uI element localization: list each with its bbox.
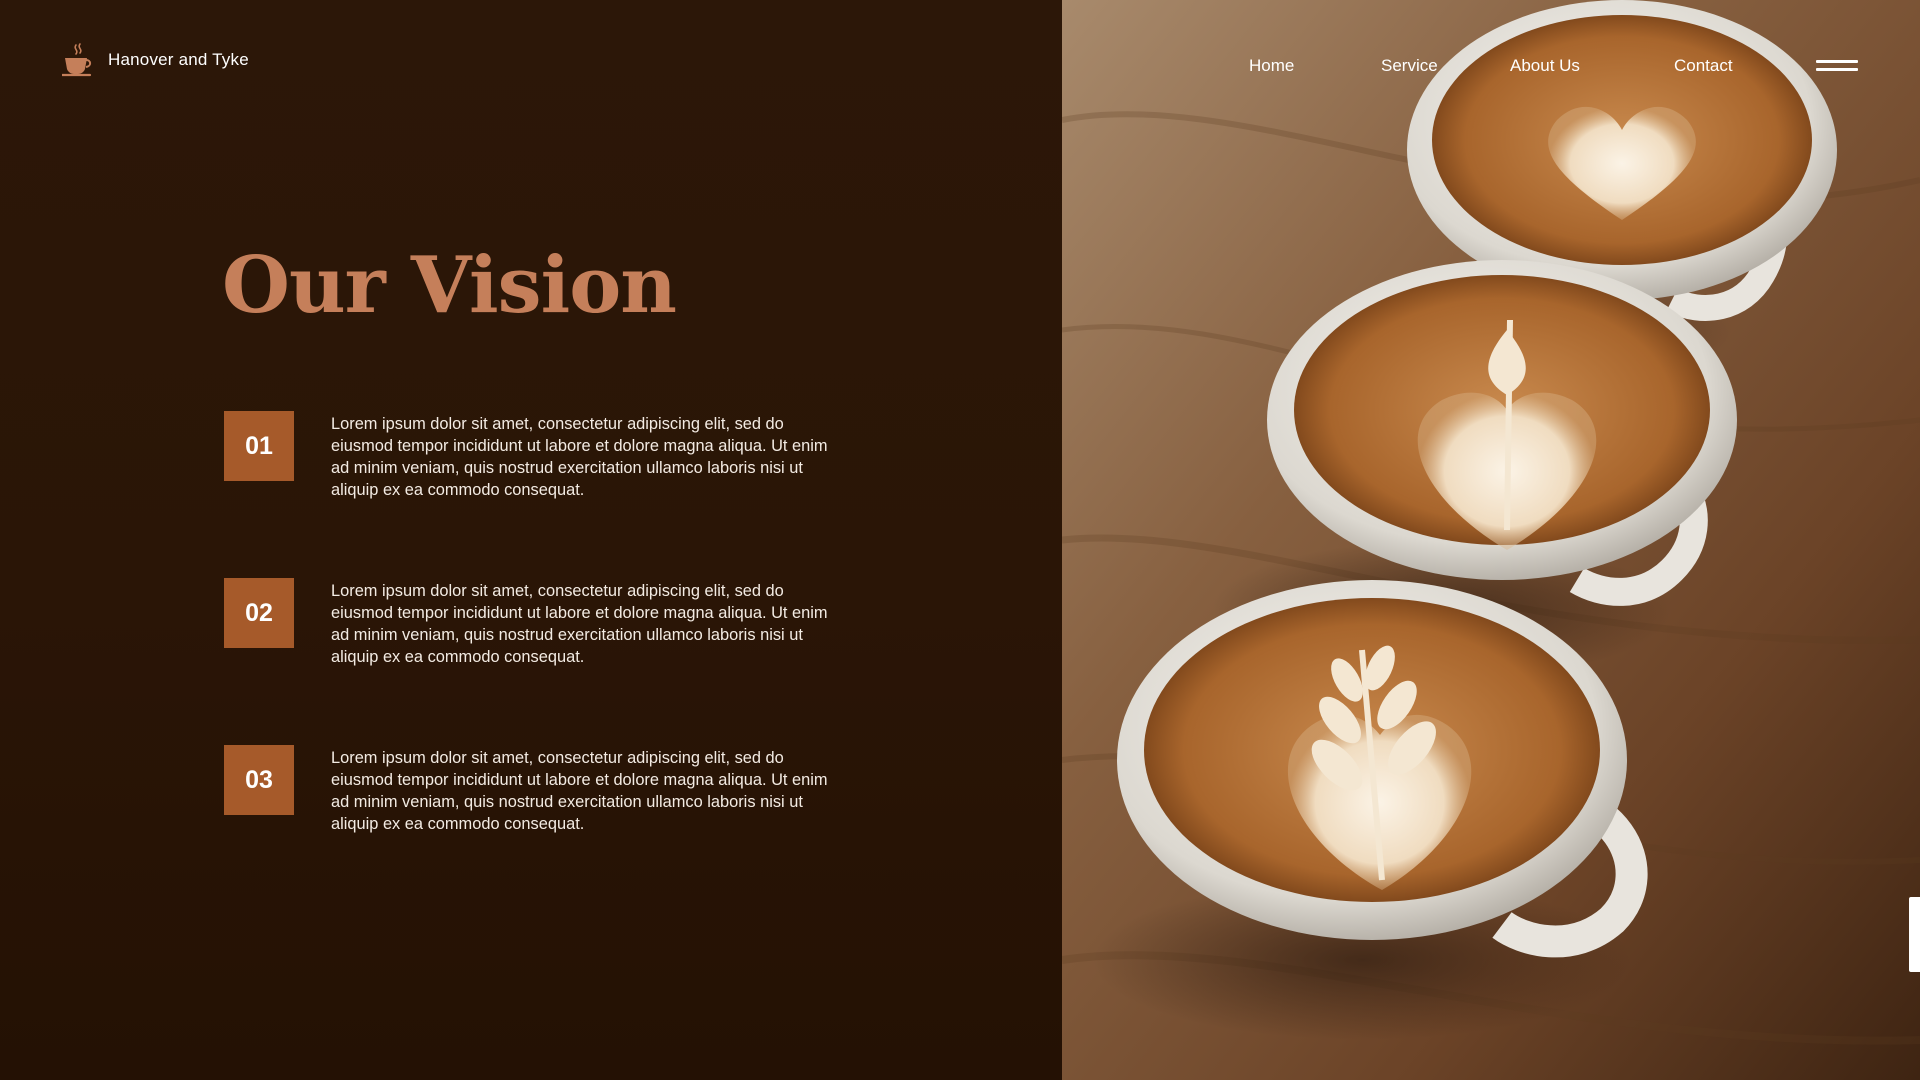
page: Hanover and Tyke Home Service About Us C…: [0, 0, 1920, 1080]
vision-item: 03 Lorem ipsum dolor sit amet, consectet…: [224, 745, 864, 845]
item-number-badge: 02: [224, 578, 294, 648]
left-panel: [0, 0, 1062, 1080]
hamburger-menu-icon[interactable]: [1816, 56, 1858, 76]
nav-link-about-us[interactable]: About Us: [1510, 52, 1580, 80]
vision-item: 02 Lorem ipsum dolor sit amet, consectet…: [224, 578, 864, 678]
item-description: Lorem ipsum dolor sit amet, consectetur …: [331, 415, 828, 499]
nav-link-home[interactable]: Home: [1249, 52, 1294, 80]
item-number-badge: 03: [224, 745, 294, 815]
item-description: Lorem ipsum dolor sit amet, consectetur …: [331, 749, 828, 833]
main-nav: Home Service About Us Contact: [0, 52, 1920, 80]
nav-link-service[interactable]: Service: [1381, 52, 1438, 80]
hero-photo: [1062, 0, 1920, 1080]
menu-line: [1816, 68, 1858, 71]
page-title: Our Vision: [222, 240, 677, 331]
menu-line: [1816, 60, 1858, 63]
vision-item: 01 Lorem ipsum dolor sit amet, consectet…: [224, 411, 864, 511]
item-number-badge: 01: [224, 411, 294, 481]
item-description: Lorem ipsum dolor sit amet, consectetur …: [331, 582, 828, 666]
nav-link-contact[interactable]: Contact: [1674, 52, 1733, 80]
scroll-indicator[interactable]: [1909, 897, 1920, 972]
